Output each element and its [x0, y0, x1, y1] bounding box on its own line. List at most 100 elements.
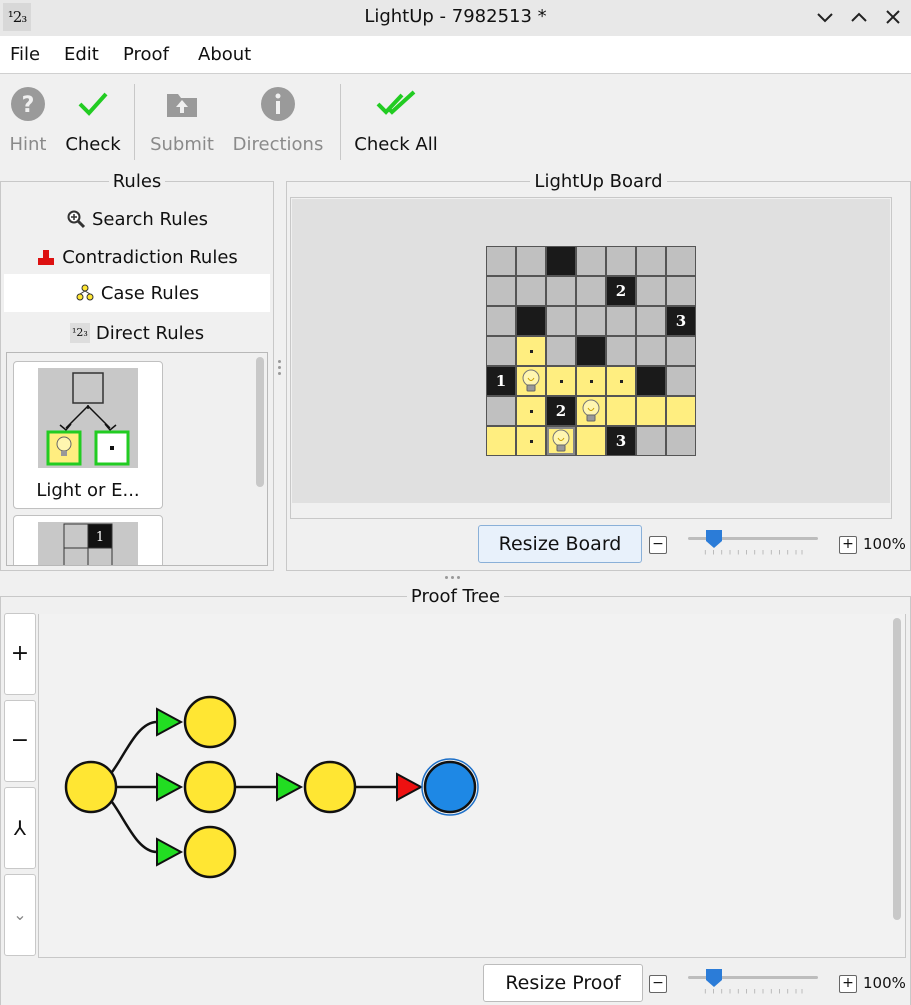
- lit-cell[interactable]: [576, 426, 606, 456]
- proof-zoom-in-button[interactable]: +: [4, 613, 36, 695]
- rule-card-light-or-empty[interactable]: Light or E...: [13, 361, 163, 509]
- hint-button[interactable]: ? Hint: [4, 76, 52, 166]
- unknown-cell[interactable]: [516, 246, 546, 276]
- board-zoom-out-button[interactable]: −: [649, 536, 667, 554]
- bulb-cell[interactable]: [516, 366, 546, 396]
- unknown-cell[interactable]: [636, 426, 666, 456]
- numbered-black-cell[interactable]: 2: [606, 276, 636, 306]
- proof-node-root[interactable]: [64, 760, 118, 814]
- unknown-cell[interactable]: [666, 276, 696, 306]
- check-button[interactable]: Check: [60, 76, 126, 166]
- tab-contradiction-rules[interactable]: Contradiction Rules: [4, 238, 270, 276]
- directions-button[interactable]: Directions: [228, 76, 328, 166]
- numbered-black-cell[interactable]: 1: [486, 366, 516, 396]
- menu-about[interactable]: About: [198, 44, 251, 65]
- proof-node[interactable]: [183, 825, 237, 879]
- unknown-cell[interactable]: [546, 306, 576, 336]
- proof-node[interactable]: [303, 760, 357, 814]
- unknown-cell[interactable]: [486, 276, 516, 306]
- unknown-cell[interactable]: [606, 306, 636, 336]
- puzzle-grid[interactable]: 23123: [486, 246, 696, 456]
- lit-cell[interactable]: [606, 396, 636, 426]
- lit-cell[interactable]: [666, 396, 696, 426]
- close-icon[interactable]: [882, 6, 904, 28]
- unknown-cell[interactable]: [546, 336, 576, 366]
- merge-button[interactable]: ⅄: [4, 787, 36, 869]
- unknown-cell[interactable]: [516, 276, 546, 306]
- unknown-cell[interactable]: [666, 426, 696, 456]
- check-all-label: Check All: [354, 134, 438, 155]
- check-all-button[interactable]: Check All: [350, 76, 442, 166]
- unknown-cell[interactable]: [546, 276, 576, 306]
- proof-node[interactable]: [183, 695, 237, 749]
- splitter-handle-horizontal[interactable]: [445, 576, 460, 579]
- empty-marked-cell[interactable]: [576, 366, 606, 396]
- resize-proof-button[interactable]: Resize Proof: [483, 964, 643, 1002]
- empty-marked-cell[interactable]: [516, 426, 546, 456]
- unknown-cell[interactable]: [576, 306, 606, 336]
- unknown-cell[interactable]: [666, 336, 696, 366]
- numbered-black-cell[interactable]: 2: [546, 396, 576, 426]
- splitter-handle-vertical[interactable]: [278, 360, 281, 375]
- proof-tree-canvas[interactable]: [38, 614, 906, 958]
- unknown-cell[interactable]: [576, 276, 606, 306]
- rule-list-scrollbar[interactable]: [256, 357, 264, 487]
- proof-zoom-slider-handle[interactable]: [705, 968, 723, 988]
- unknown-cell[interactable]: [486, 306, 516, 336]
- rule-node-valid[interactable]: [156, 772, 184, 802]
- unknown-cell[interactable]: [636, 336, 666, 366]
- black-cell[interactable]: [516, 306, 546, 336]
- empty-marked-cell[interactable]: [516, 396, 546, 426]
- collapse-button[interactable]: ⌄: [4, 874, 36, 956]
- proof-vertical-scrollbar[interactable]: [893, 618, 901, 920]
- lit-cell[interactable]: [636, 396, 666, 426]
- tab-direct-rules[interactable]: ¹2₃ Direct Rules: [4, 314, 270, 352]
- submit-label: Submit: [150, 134, 214, 155]
- unknown-cell[interactable]: [606, 246, 636, 276]
- unknown-cell[interactable]: [486, 246, 516, 276]
- board-zoom-in-button[interactable]: +: [839, 536, 857, 554]
- empty-marked-cell[interactable]: [546, 366, 576, 396]
- board-zoom-slider-handle[interactable]: [705, 529, 723, 549]
- tab-case-rules[interactable]: Case Rules: [4, 274, 270, 312]
- numbered-black-cell[interactable]: 3: [666, 306, 696, 336]
- proof-zoom-out-button[interactable]: −: [4, 700, 36, 782]
- menu-edit[interactable]: Edit: [64, 44, 99, 65]
- unknown-cell[interactable]: [666, 366, 696, 396]
- menu-file[interactable]: File: [10, 44, 40, 65]
- menu-bar: File Edit Proof About: [0, 36, 911, 74]
- proof-node-selected[interactable]: [423, 760, 477, 814]
- empty-marked-cell[interactable]: [606, 366, 636, 396]
- black-cell[interactable]: [576, 336, 606, 366]
- black-cell[interactable]: [636, 366, 666, 396]
- proof-zoom-in-small-button[interactable]: +: [839, 975, 857, 993]
- numbered-black-cell[interactable]: 3: [606, 426, 636, 456]
- rule-node-valid[interactable]: [156, 707, 184, 737]
- black-cell[interactable]: [546, 246, 576, 276]
- tab-search-rules[interactable]: Search Rules: [4, 200, 270, 238]
- proof-zoom-out-small-button[interactable]: −: [649, 975, 667, 993]
- submit-button[interactable]: Submit: [146, 76, 218, 166]
- rule-card-2[interactable]: 1: [13, 515, 163, 565]
- resize-board-button[interactable]: Resize Board: [478, 525, 642, 563]
- unknown-cell[interactable]: [636, 276, 666, 306]
- lit-cell[interactable]: [486, 426, 516, 456]
- unknown-cell[interactable]: [636, 306, 666, 336]
- empty-marked-cell[interactable]: [516, 336, 546, 366]
- bulb-cell[interactable]: [546, 426, 576, 456]
- bulb-cell[interactable]: [576, 396, 606, 426]
- unknown-cell[interactable]: [666, 246, 696, 276]
- unknown-cell[interactable]: [576, 246, 606, 276]
- menu-proof[interactable]: Proof: [123, 44, 169, 65]
- rule-node-valid[interactable]: [276, 772, 304, 802]
- proof-node[interactable]: [183, 760, 237, 814]
- rule-card-image: [38, 368, 138, 468]
- minimize-icon[interactable]: [814, 6, 836, 28]
- unknown-cell[interactable]: [606, 336, 636, 366]
- rule-node-valid[interactable]: [156, 837, 184, 867]
- unknown-cell[interactable]: [486, 396, 516, 426]
- rule-node-invalid[interactable]: [396, 772, 424, 802]
- maximize-icon[interactable]: [848, 6, 870, 28]
- unknown-cell[interactable]: [636, 246, 666, 276]
- unknown-cell[interactable]: [486, 336, 516, 366]
